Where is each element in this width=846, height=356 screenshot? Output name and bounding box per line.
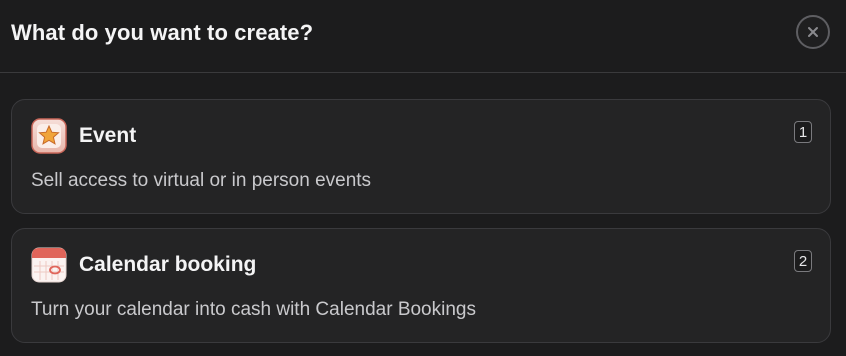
dialog-header: What do you want to create? [0,0,846,73]
star-icon [31,118,67,154]
option-event-title: Event [79,124,137,147]
option-calendar-booking-title: Calendar booking [79,253,257,276]
dialog-title: What do you want to create? [11,20,314,45]
option-calendar-booking[interactable]: Calendar booking Turn your calendar into… [11,228,831,343]
option-event[interactable]: Event Sell access to virtual or in perso… [11,99,831,214]
close-button[interactable] [796,15,830,49]
option-calendar-booking-description: Turn your calendar into cash with Calend… [31,299,476,320]
calendar-icon [31,247,67,283]
close-icon [808,27,818,37]
option-event-description: Sell access to virtual or in person even… [31,170,372,191]
create-dialog: What do you want to create? Event Sell a… [0,0,846,356]
shortcut-badge-2: 2 [794,250,812,272]
shortcut-badge-1: 1 [794,121,812,143]
